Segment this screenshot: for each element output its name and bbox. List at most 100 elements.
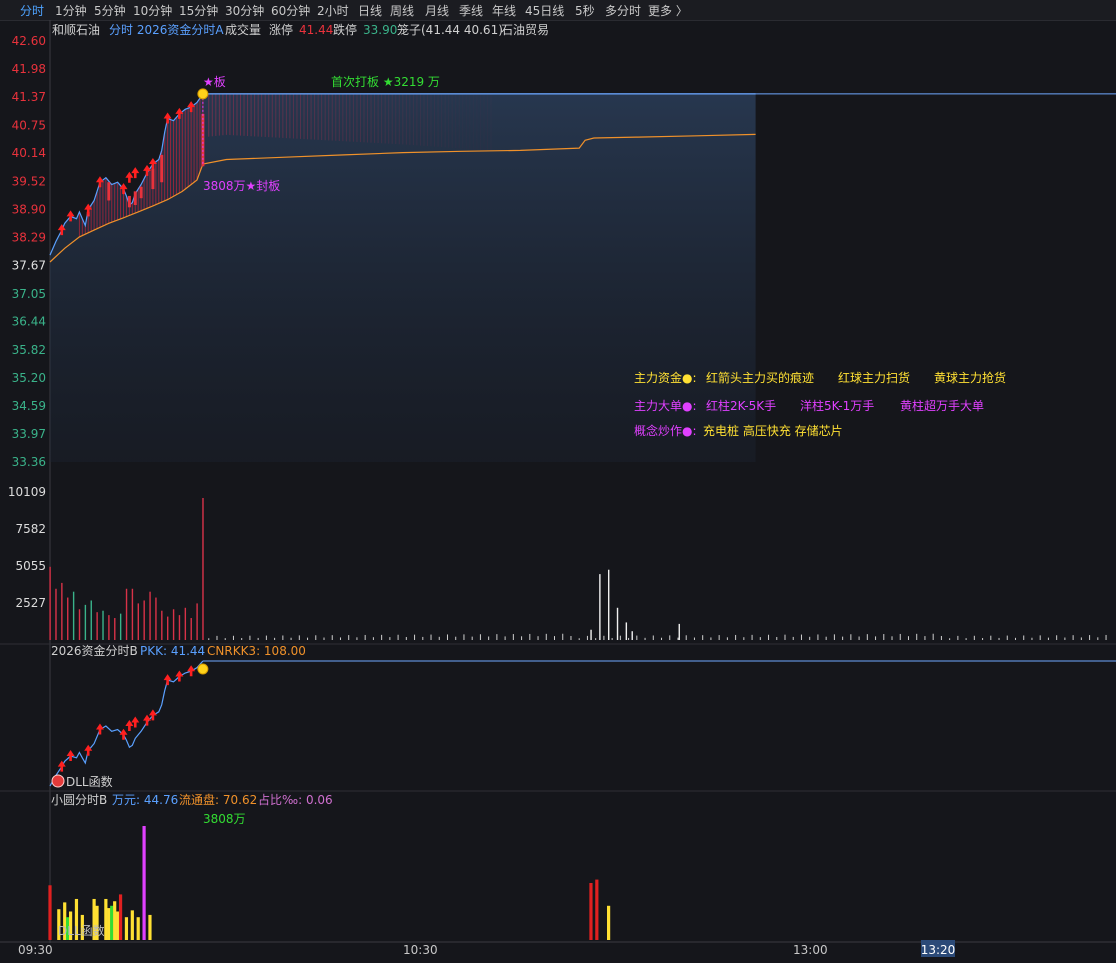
volume-bar bbox=[67, 597, 69, 640]
volume-bar bbox=[339, 637, 341, 640]
volume-bar bbox=[119, 613, 122, 640]
seal-label: 3808万★封板 bbox=[203, 179, 280, 193]
red-arrow-icon bbox=[143, 714, 152, 726]
tab-7[interactable]: 2小时 bbox=[317, 2, 349, 19]
tab-1[interactable]: 1分钟 bbox=[55, 2, 87, 19]
money-bar bbox=[124, 917, 129, 940]
panel3-peak-label: 3808万 bbox=[203, 812, 246, 826]
sector-name: 石油贸易 bbox=[501, 23, 549, 37]
volume-bar bbox=[652, 635, 654, 640]
volume-bar bbox=[216, 635, 218, 640]
legend-big-order-0: 主力大单●: bbox=[634, 399, 697, 413]
tab-11[interactable]: 季线 bbox=[459, 2, 483, 19]
volume-bar bbox=[364, 634, 366, 640]
volume-bar bbox=[1023, 635, 1025, 640]
volume-bar bbox=[61, 582, 63, 640]
tab-15[interactable]: 多分时 bbox=[605, 2, 641, 19]
volume-bar bbox=[131, 588, 134, 640]
volume-bar bbox=[430, 634, 432, 640]
volume-bar bbox=[414, 634, 416, 640]
tab-4[interactable]: 15分钟 bbox=[179, 2, 218, 19]
volume-bar bbox=[348, 635, 350, 640]
tab-10[interactable]: 月线 bbox=[425, 2, 449, 19]
signal-bar bbox=[107, 182, 111, 201]
panel3-dll-label: DLL函数 bbox=[58, 923, 105, 938]
volume-bar bbox=[84, 604, 87, 640]
money-bar bbox=[113, 901, 117, 940]
volume-label: 成交量 bbox=[225, 22, 261, 37]
volume-bar bbox=[290, 637, 292, 640]
money-bar bbox=[130, 910, 134, 940]
tab-3[interactable]: 10分钟 bbox=[133, 2, 172, 19]
volume-bar bbox=[590, 629, 592, 640]
volume-bar bbox=[232, 635, 234, 640]
volume-bar bbox=[599, 574, 601, 640]
volume-bar bbox=[751, 634, 753, 640]
indicator-name: 分时 2026资金分时A bbox=[109, 22, 224, 37]
tab-6[interactable]: 60分钟 bbox=[271, 2, 310, 19]
limit-down-value: 33.90 bbox=[363, 23, 397, 37]
volume-bar bbox=[504, 636, 506, 640]
volume-bar bbox=[644, 637, 646, 640]
volume-bar bbox=[678, 623, 680, 640]
volume-bar bbox=[625, 622, 628, 640]
volume-bar bbox=[776, 637, 778, 640]
tab-13[interactable]: 45日线 bbox=[525, 2, 564, 19]
volume-bar bbox=[619, 635, 621, 640]
price-tick-label: 34.59 bbox=[12, 399, 46, 413]
panel2-name: 2026资金分时B bbox=[51, 643, 138, 658]
legend-concept-value: 充电桩 高压快充 存储芯片 bbox=[703, 423, 843, 438]
volume-bar bbox=[735, 634, 737, 640]
tab-2[interactable]: 5分钟 bbox=[94, 2, 126, 19]
tab-16[interactable]: 更多 〉 bbox=[648, 2, 688, 19]
money-bar bbox=[118, 894, 123, 940]
volume-bar bbox=[72, 591, 75, 640]
volume-bar bbox=[249, 635, 251, 640]
volume-bar bbox=[1089, 635, 1091, 640]
signal-bar bbox=[133, 191, 137, 206]
money-bar bbox=[116, 911, 120, 940]
money-bar bbox=[148, 914, 152, 940]
first-board-label: 首次打板 ★3219 万 bbox=[331, 75, 440, 89]
price-tick-label: 38.90 bbox=[12, 203, 46, 217]
volume-bar bbox=[636, 635, 638, 640]
signal-bar bbox=[160, 154, 164, 183]
volume-bar bbox=[603, 635, 605, 640]
volume-bar bbox=[661, 637, 663, 640]
volume-bar bbox=[957, 635, 959, 640]
intraday-chart: 42.60 41.98 41.37 40.75 40.14 39.52 38.90 38.29… bbox=[0, 20, 1116, 957]
volume-bar bbox=[178, 615, 181, 640]
price-tick-label: 35.82 bbox=[12, 343, 46, 357]
tab-14[interactable]: 5秒 bbox=[575, 2, 595, 19]
volume-bar bbox=[578, 638, 580, 640]
legend-concept-label: 概念炒作●: bbox=[634, 423, 697, 438]
volume-bar bbox=[90, 600, 92, 640]
tab-8[interactable]: 日线 bbox=[358, 2, 382, 19]
tab-0[interactable]: 分时 bbox=[20, 2, 44, 19]
volume-bar bbox=[792, 636, 794, 640]
red-arrow-icon bbox=[119, 728, 128, 740]
tab-9[interactable]: 周线 bbox=[390, 2, 414, 19]
money-bar bbox=[110, 905, 114, 940]
volume-bar bbox=[471, 636, 473, 640]
volume-bar bbox=[55, 588, 57, 640]
signal-bar bbox=[139, 186, 143, 199]
red-arrow-icon bbox=[187, 665, 196, 677]
volume-bar bbox=[883, 634, 885, 640]
money-bar bbox=[589, 883, 593, 940]
volume-bar bbox=[137, 603, 139, 640]
panel3-wan: 万元: 44.76 bbox=[112, 793, 178, 807]
tab-12[interactable]: 年线 bbox=[492, 2, 516, 19]
tab-5[interactable]: 30分钟 bbox=[225, 2, 264, 19]
volume-bar bbox=[718, 635, 720, 640]
price-tick-label: 42.60 bbox=[12, 34, 46, 48]
volume-bar bbox=[257, 637, 259, 640]
volume-bar bbox=[323, 637, 325, 640]
volume-bar bbox=[616, 607, 619, 640]
volume-bar bbox=[202, 497, 204, 640]
volume-bar bbox=[125, 588, 128, 640]
volume-bar bbox=[631, 631, 633, 640]
volume-bar bbox=[850, 634, 852, 640]
volume-bar bbox=[190, 618, 192, 640]
volume-bar bbox=[208, 638, 210, 640]
